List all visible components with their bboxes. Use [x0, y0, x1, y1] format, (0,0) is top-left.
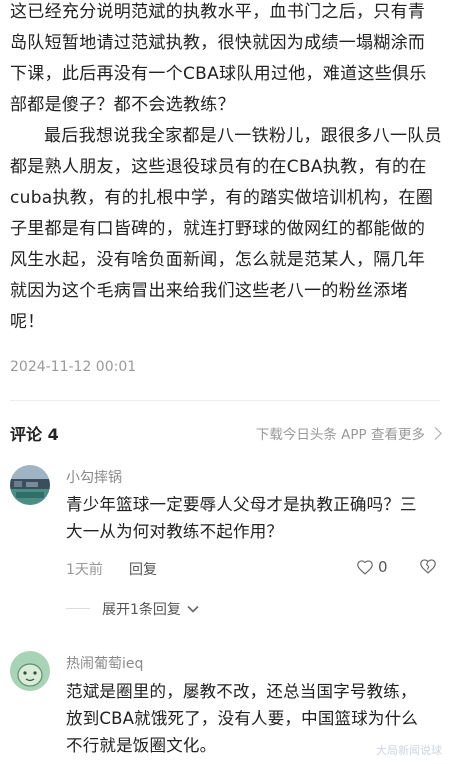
comments-header: 评论 4 下载今日头条 APP 查看更多: [10, 421, 442, 445]
dislike-button[interactable]: [419, 558, 437, 574]
article-paragraph: 这已经充分说明范斌的执教水平，血书门之后，只有青岛队短暂地请过范斌执教，很快就因…: [10, 2, 427, 115]
chevron-down-icon: [187, 605, 199, 613]
like-count: 0: [378, 558, 388, 576]
comments-title: 评论 4: [10, 425, 59, 444]
comment-text: 青少年篮球一定要辱人父母才是执教正确吗？三大一从为何对教练不起作用？: [66, 495, 417, 541]
download-app-link[interactable]: 下载今日头条 APP 查看更多: [255, 423, 442, 443]
avatar[interactable]: [10, 651, 50, 691]
publish-date: 2024-11-12 00:01: [10, 359, 137, 375]
divider: [10, 400, 440, 401]
expand-divider: [66, 608, 90, 609]
heart-icon: [357, 560, 373, 575]
watermark: 大局新闻说球: [376, 744, 442, 757]
chevron-right-icon: [429, 426, 442, 440]
expand-replies-label: 展开1条回复: [102, 602, 181, 618]
download-app-label: 下载今日头条 APP 查看更多: [255, 427, 425, 443]
article-body: 这已经充分说明范斌的执教水平，血书门之后，只有青岛队短暂地请过范斌执教，很快就因…: [10, 0, 442, 338]
reply-button[interactable]: 回复: [129, 559, 157, 579]
avatar[interactable]: [10, 465, 50, 505]
broken-heart-icon: [420, 559, 436, 574]
like-button[interactable]: 0: [356, 558, 388, 576]
article-paragraph: 最后我想说我全家都是八一铁粉儿，跟很多八一队员都是熟人朋友，这些退役球员有的在C…: [10, 126, 442, 332]
comment-username[interactable]: 热闹葡萄ieq: [66, 653, 143, 673]
comment-time: 1天前: [66, 562, 103, 578]
comment-username[interactable]: 小勾摔锅: [66, 467, 122, 487]
avatar-image: [10, 651, 50, 691]
avatar-image: [10, 465, 50, 505]
expand-replies-button[interactable]: 展开1条回复: [102, 599, 199, 619]
